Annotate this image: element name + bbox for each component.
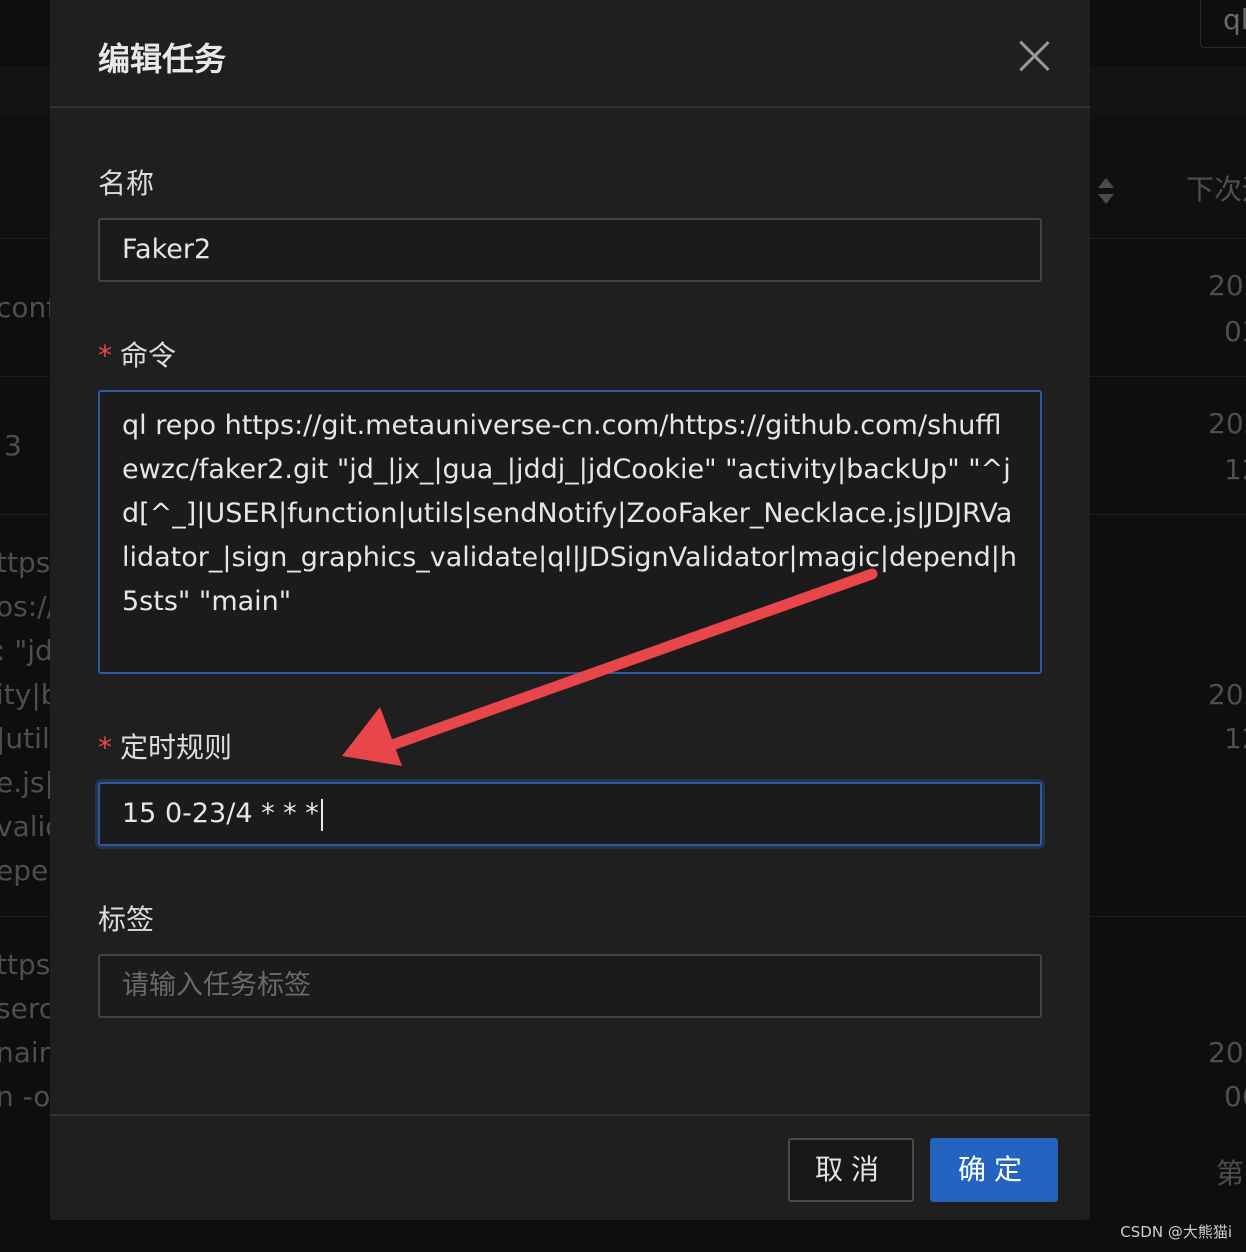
annotation-arrow (342, 568, 878, 766)
watermark: CSDN @大熊猫i (1120, 1223, 1232, 1241)
arrow-shaft (386, 568, 878, 751)
arrow-head-icon (342, 707, 402, 766)
